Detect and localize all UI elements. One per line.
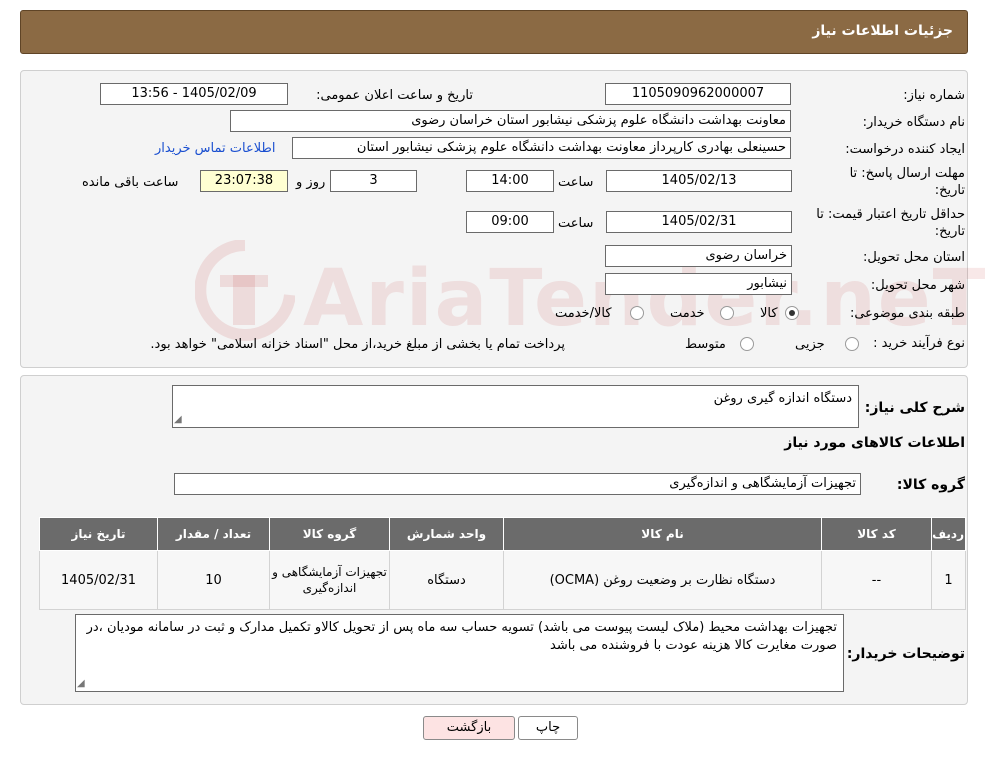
process-option-minor: جزیی bbox=[795, 337, 825, 352]
cell-unit: دستگاه bbox=[389, 550, 504, 610]
creator-label: ایجاد کننده درخواست: bbox=[845, 142, 965, 157]
process-option-medium: متوسط bbox=[685, 337, 726, 352]
table-header-row: ردیف کد کالا نام کالا واحد شمارش گروه کا… bbox=[39, 517, 966, 551]
announce-field: 1405/02/09 - 13:56 bbox=[100, 83, 288, 105]
validity-time-field: 09:00 bbox=[466, 211, 554, 233]
remaining-label: ساعت باقی مانده bbox=[82, 175, 179, 190]
cell-item-code: -- bbox=[821, 550, 932, 610]
watermark-text: AriaTender.neT bbox=[303, 254, 985, 344]
cell-row-no: 1 bbox=[931, 550, 966, 610]
process-note: پرداخت تمام یا بخشی از مبلغ خرید،از محل … bbox=[150, 337, 565, 352]
notes-label: توضیحات خریدار: bbox=[846, 646, 965, 662]
summary-textarea[interactable]: دستگاه اندازه گیری روغن bbox=[172, 385, 859, 428]
col-header-need-date: تاریخ نیاز bbox=[39, 517, 158, 551]
notes-resize-grip-icon: ◢ bbox=[77, 678, 85, 689]
deadline-time-label: ساعت bbox=[558, 175, 594, 190]
col-header-group: گروه کالا bbox=[269, 517, 390, 551]
need-number-field: 1105090962000007 bbox=[605, 83, 791, 105]
days-label: روز و bbox=[296, 175, 326, 190]
cell-group: تجهیزات آزمایشگاهی و اندازه‌گیری bbox=[269, 550, 390, 610]
validity-label: حداقل تاریخ اعتبار قیمت: تا bbox=[816, 207, 965, 222]
cell-item-name: دستگاه نظارت بر وضعیت روغن (OCMA) bbox=[503, 550, 822, 610]
print-button[interactable]: چاپ bbox=[518, 716, 578, 740]
creator-field: حسینعلی بهادری کارپرداز معاونت بهداشت دا… bbox=[292, 137, 791, 159]
announce-label: تاریخ و ساعت اعلان عمومی: bbox=[316, 88, 473, 103]
col-header-quantity: تعداد / مقدار bbox=[157, 517, 270, 551]
city-label: شهر محل تحویل: bbox=[870, 278, 965, 293]
col-header-item-name: نام کالا bbox=[503, 517, 822, 551]
col-header-row-no: ردیف bbox=[931, 517, 966, 551]
notes-textarea[interactable]: تجهیزات بهداشت محیط (ملاک لیست پیوست می … bbox=[75, 614, 844, 692]
category-radio-both[interactable] bbox=[630, 306, 644, 320]
deadline-date-field: 1405/02/13 bbox=[606, 170, 792, 192]
items-table: ردیف کد کالا نام کالا واحد شمارش گروه کا… bbox=[39, 517, 966, 610]
category-radio-goods[interactable] bbox=[785, 306, 799, 320]
need-number-label: شماره نیاز: bbox=[903, 88, 965, 103]
process-radio-minor[interactable] bbox=[845, 337, 859, 351]
validity-label-2: تاریخ: bbox=[934, 224, 965, 239]
cell-quantity: 10 bbox=[157, 550, 270, 610]
category-option-goods: کالا bbox=[760, 306, 778, 321]
items-heading: اطلاعات کالاهای مورد نیاز bbox=[784, 435, 965, 451]
resize-grip-icon: ◢ bbox=[174, 414, 182, 425]
page-header: جزئیات اطلاعات نیاز bbox=[20, 10, 968, 54]
buyer-contact-link[interactable]: اطلاعات تماس خریدار bbox=[155, 141, 275, 156]
back-button[interactable]: بازگشت bbox=[423, 716, 515, 740]
buyer-org-field: معاونت بهداشت دانشگاه علوم پزشکی نیشابور… bbox=[230, 110, 791, 132]
buyer-org-label: نام دستگاه خریدار: bbox=[862, 115, 965, 130]
cell-need-date: 1405/02/31 bbox=[39, 550, 158, 610]
group-field: تجهیزات آزمایشگاهی و اندازه‌گیری bbox=[174, 473, 861, 495]
category-option-service: خدمت bbox=[670, 306, 705, 321]
remaining-time-field: 23:07:38 bbox=[200, 170, 288, 192]
province-field: خراسان رضوی bbox=[605, 245, 792, 267]
deadline-time-field: 14:00 bbox=[466, 170, 554, 192]
days-field: 3 bbox=[330, 170, 417, 192]
notes-value: تجهیزات بهداشت محیط (ملاک لیست پیوست می … bbox=[86, 620, 837, 653]
city-field: نیشابور bbox=[605, 273, 792, 295]
category-radio-service[interactable] bbox=[720, 306, 734, 320]
watermark-logo-icon bbox=[195, 240, 295, 341]
deadline-label-2: تاریخ: bbox=[934, 183, 965, 198]
summary-label: شرح کلی نیاز: bbox=[864, 400, 965, 416]
col-header-unit: واحد شمارش bbox=[389, 517, 504, 551]
items-table-wrapper: ردیف کد کالا نام کالا واحد شمارش گروه کا… bbox=[39, 517, 966, 610]
table-row: 1 -- دستگاه نظارت بر وضعیت روغن (OCMA) د… bbox=[39, 550, 966, 610]
group-label: گروه کالا: bbox=[896, 477, 965, 493]
col-header-item-code: کد کالا bbox=[821, 517, 932, 551]
process-label: نوع فرآیند خرید : bbox=[873, 336, 965, 351]
category-label: طبقه بندی موضوعی: bbox=[849, 306, 965, 321]
category-option-both: کالا/خدمت bbox=[555, 306, 612, 321]
summary-value: دستگاه اندازه گیری روغن bbox=[713, 391, 852, 406]
process-radio-medium[interactable] bbox=[740, 337, 754, 351]
province-label: استان محل تحویل: bbox=[863, 250, 965, 265]
validity-time-label: ساعت bbox=[558, 216, 594, 231]
page-title: جزئیات اطلاعات نیاز bbox=[812, 23, 953, 39]
validity-date-field: 1405/02/31 bbox=[606, 211, 792, 233]
deadline-label: مهلت ارسال پاسخ: تا bbox=[849, 166, 965, 181]
